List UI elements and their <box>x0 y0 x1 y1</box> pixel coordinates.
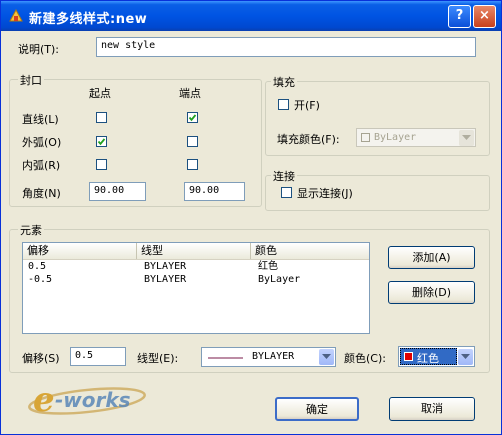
element-offset: -0.5 <box>28 274 53 285</box>
fill-group-title: 填充 <box>271 74 297 90</box>
description-input[interactable]: new style <box>96 37 476 57</box>
elements-group-title: 元素 <box>18 222 44 238</box>
fill-color-label: 填充颜色(F): <box>277 133 340 146</box>
element-linetype: BYLAYER <box>144 261 187 272</box>
caps-group-title: 封口 <box>18 72 44 88</box>
show-joints-label: 显示连接(J) <box>297 187 353 200</box>
window-title: 新建多线样式:new <box>29 12 148 27</box>
column-header-linetype[interactable]: 线型 <box>137 243 251 259</box>
close-button[interactable]: × <box>473 5 496 28</box>
chevron-down-icon[interactable] <box>458 349 473 365</box>
help-button[interactable]: ? <box>448 5 471 28</box>
chevron-down-icon[interactable] <box>319 349 334 365</box>
element-linetype: BYLAYER <box>144 274 187 285</box>
fill-color-value: ByLayer <box>374 132 417 143</box>
column-header-color[interactable]: 颜色 <box>251 243 369 259</box>
dialog-window: 新建多线样式:new ? × 说明(T): new style 封口 起点 端点… <box>0 0 502 435</box>
color-swatch <box>404 352 413 361</box>
cap-line-start-checkbox[interactable] <box>96 112 107 123</box>
element-color: ByLayer <box>258 274 301 285</box>
check-icon <box>97 138 106 146</box>
end-column-header: 端点 <box>179 87 201 100</box>
svg-text:e: e <box>33 380 55 420</box>
linetype-value: BYLAYER <box>252 351 295 362</box>
color-combo[interactable]: 红色 <box>398 346 475 367</box>
ok-button[interactable]: 确定 <box>275 397 359 421</box>
cap-inner-arc-label: 内弧(R) <box>22 159 61 172</box>
fill-color-combo[interactable]: ByLayer <box>356 128 476 147</box>
linetype-combo[interactable]: BYLAYER <box>201 347 336 367</box>
start-column-header: 起点 <box>89 87 111 100</box>
angle-start-input[interactable]: 90.00 <box>89 182 146 201</box>
svg-text:-works: -works <box>55 388 131 412</box>
title-bar[interactable]: 新建多线样式:new ? × <box>1 1 501 31</box>
fill-on-label: 开(F) <box>294 99 320 112</box>
element-row[interactable]: 0.5 BYLAYER 红色 <box>23 260 369 273</box>
show-joints-checkbox[interactable] <box>281 187 292 198</box>
fill-color-swatch <box>361 133 370 142</box>
color-value: 红色 <box>417 352 439 365</box>
elements-list-header: 偏移 线型 颜色 <box>23 243 369 260</box>
e-works-logo: e -works <box>27 379 177 421</box>
cap-outer-arc-start-checkbox[interactable] <box>96 136 107 147</box>
add-button[interactable]: 添加(A) <box>388 246 475 269</box>
linetype-preview-line <box>208 357 243 359</box>
fill-on-checkbox[interactable] <box>278 99 289 110</box>
cap-inner-arc-start-checkbox[interactable] <box>96 159 107 170</box>
element-color: 红色 <box>258 261 278 272</box>
angle-label: 角度(N) <box>22 187 61 200</box>
check-icon <box>188 114 197 122</box>
color-label: 颜色(C): <box>344 352 386 365</box>
cap-outer-arc-end-checkbox[interactable] <box>187 136 198 147</box>
elements-list[interactable]: 偏移 线型 颜色 0.5 BYLAYER 红色 -0.5 BYLAYER ByL… <box>22 242 370 334</box>
cap-outer-arc-label: 外弧(O) <box>22 136 62 149</box>
color-selection-highlight: 红色 <box>400 348 457 365</box>
app-icon <box>9 8 23 22</box>
angle-end-input[interactable]: 90.00 <box>184 182 245 201</box>
chevron-down-icon[interactable] <box>459 130 474 146</box>
joints-group-title: 连接 <box>271 168 297 184</box>
offset-label: 偏移(S) <box>22 352 60 365</box>
cap-line-end-checkbox[interactable] <box>187 112 198 123</box>
element-row[interactable]: -0.5 BYLAYER ByLayer <box>23 273 369 286</box>
cap-line-label: 直线(L) <box>22 113 59 126</box>
offset-input[interactable]: 0.5 <box>70 347 126 366</box>
cancel-button[interactable]: 取消 <box>389 397 475 421</box>
element-offset: 0.5 <box>28 261 47 272</box>
delete-button[interactable]: 删除(D) <box>388 281 475 304</box>
linetype-label: 线型(E): <box>137 352 179 365</box>
column-header-offset[interactable]: 偏移 <box>23 243 137 259</box>
cap-inner-arc-end-checkbox[interactable] <box>187 159 198 170</box>
description-label: 说明(T): <box>18 43 60 56</box>
